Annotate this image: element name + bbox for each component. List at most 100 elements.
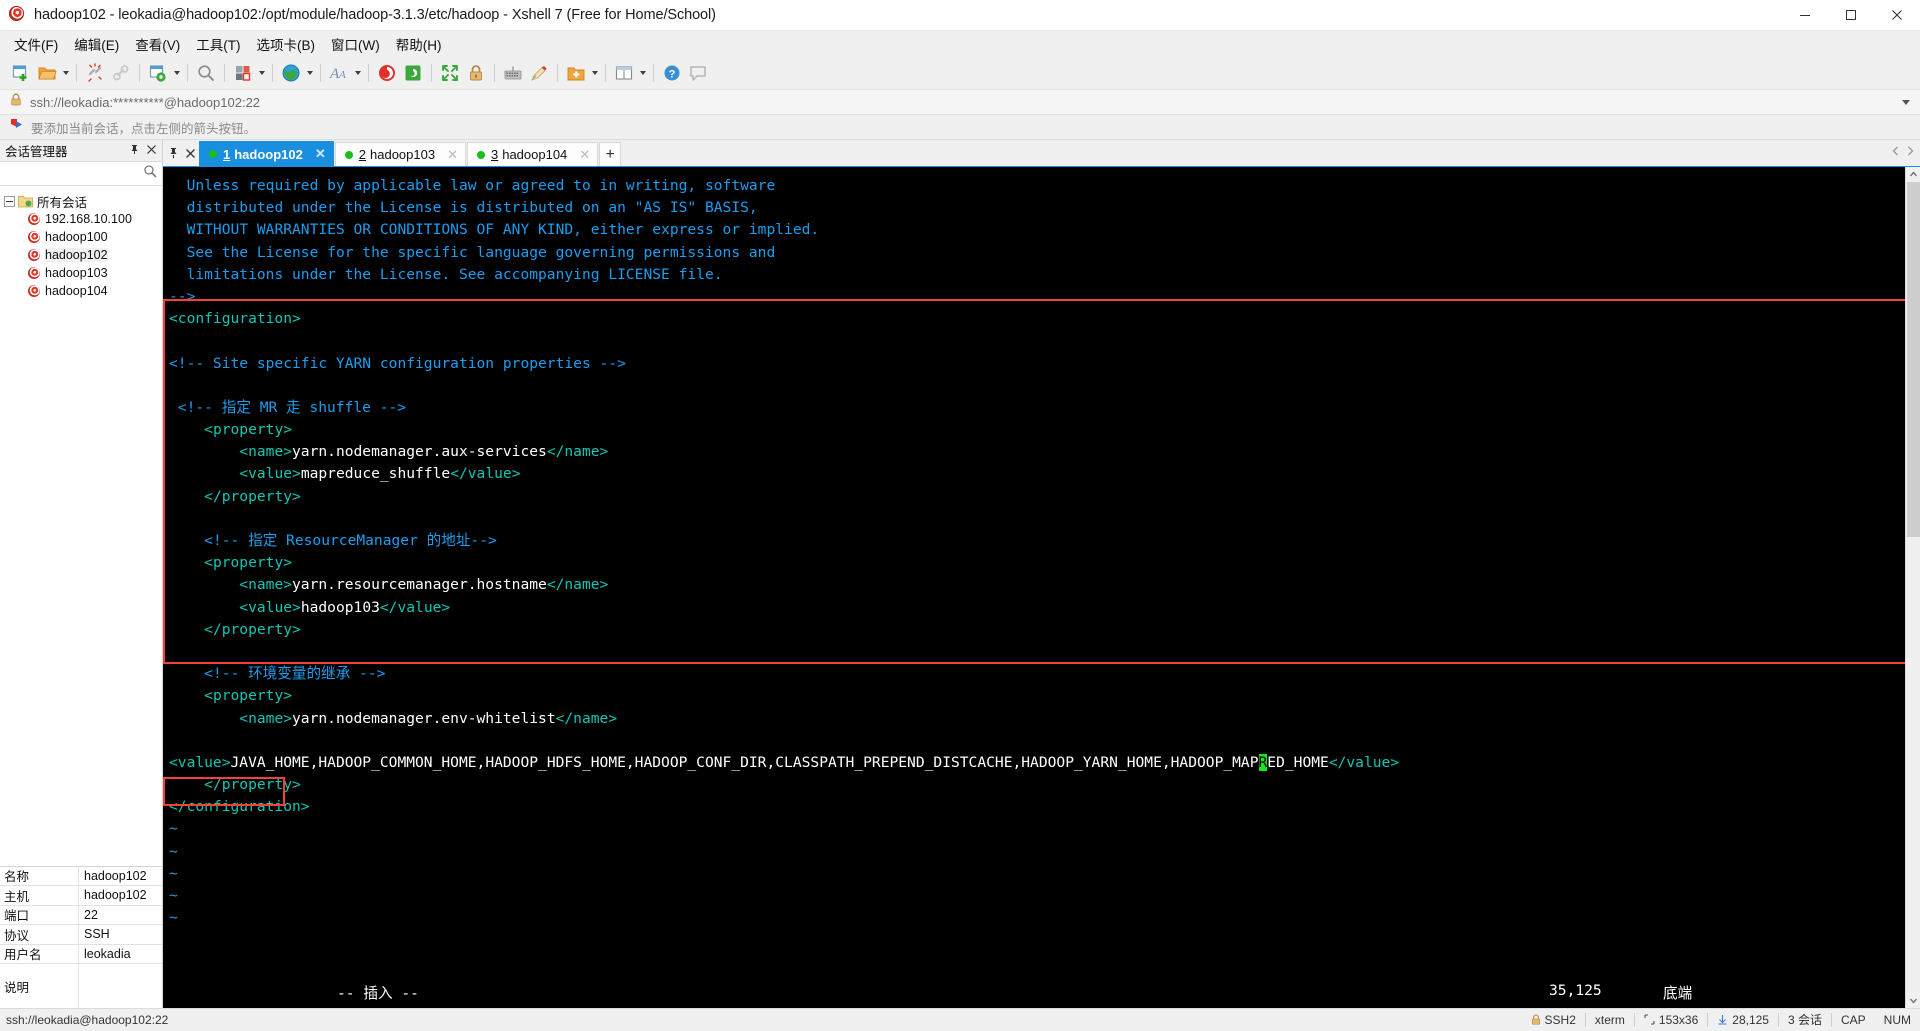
terminal-text: ~ [169, 820, 178, 838]
vim-mode-label: -- 插入 -- [337, 985, 419, 1002]
terminal-cursor: R [1258, 753, 1268, 771]
terminal-screen[interactable]: Unless required by applicable law or agr… [163, 167, 1905, 1008]
terminal-line: See the License for the specific languag… [169, 242, 1905, 264]
menu-edit[interactable]: 编辑(E) [74, 31, 128, 57]
terminal-text: </configuration> [169, 798, 310, 816]
session-icon [28, 213, 40, 225]
terminal-line: ~ [169, 885, 1905, 907]
collapse-icon[interactable] [4, 195, 15, 207]
status-right-group: SSH2 xterm 153x36 28,125 3 会话 CAP NUM [1522, 1009, 1920, 1031]
terminal-text: JAVA_HOME,HADOOP_COMMON_HOME,HADOOP_HDFS… [230, 753, 1259, 771]
status-caps-label: CAP [1840, 1012, 1866, 1027]
status-bytes: 28,125 [1708, 1009, 1778, 1031]
lock-icon[interactable] [463, 60, 489, 86]
svg-text:A: A [338, 69, 346, 81]
pin-icon[interactable] [129, 142, 140, 160]
scroll-up-icon[interactable] [1906, 167, 1920, 182]
terminal-line: --> [169, 286, 1905, 308]
terminal-text: </property> [204, 776, 301, 794]
tab-close-icon[interactable]: ✕ [315, 146, 326, 162]
font-icon[interactable]: A A [326, 60, 352, 86]
fullscreen-icon[interactable] [437, 60, 463, 86]
property-value: hadoop102 [84, 868, 147, 883]
scrollbar-thumb[interactable] [1907, 182, 1920, 537]
tab-hadoop102[interactable]: 1 hadoop102 ✕ [199, 141, 334, 166]
status-num-label: NUM [1883, 1012, 1911, 1027]
session-item-hadoop104[interactable]: hadoop104 [4, 282, 162, 300]
address-input[interactable]: ssh://leokadia:**********@hadoop102:22 [30, 95, 260, 110]
tab-hadoop104[interactable]: 3 hadoop104 ✕ [466, 142, 599, 166]
status-num: NUM [1875, 1009, 1920, 1031]
tree-root-all-sessions[interactable]: 所有会话 [4, 192, 162, 210]
property-row-port: 端口 22 [0, 905, 162, 925]
open-folder-icon[interactable] [34, 60, 60, 86]
terminal-text: <name> [239, 443, 293, 461]
font-dropdown-icon[interactable] [352, 60, 363, 86]
open-folder-dropdown-icon[interactable] [60, 60, 71, 86]
menu-file[interactable]: 文件(F) [14, 31, 67, 57]
session-search-bar[interactable] [0, 162, 162, 186]
session-item-label: hadoop102 [45, 248, 108, 262]
toolbar: A A ? [0, 56, 1920, 89]
property-value: SSH [84, 927, 110, 942]
scroll-down-icon[interactable] [1906, 993, 1920, 1008]
terminal-scrollbar[interactable] [1905, 167, 1920, 1008]
menu-window[interactable]: 窗口(W) [331, 31, 389, 57]
session-item-hadoop102[interactable]: hadoop102 [4, 246, 162, 264]
tab-hadoop103[interactable]: 2 hadoop103 ✕ [334, 142, 466, 166]
menu-tools[interactable]: 工具(T) [196, 31, 249, 57]
new-session-icon[interactable] [8, 60, 34, 86]
menu-tab[interactable]: 选项卡(B) [257, 31, 325, 57]
find-icon[interactable] [193, 60, 219, 86]
chevron-down-icon[interactable] [1902, 100, 1910, 105]
session-properties-icon[interactable] [145, 60, 171, 86]
maximize-button[interactable] [1828, 0, 1874, 31]
status-connection-label: ssh://leokadia@hadoop102:22 [6, 1012, 169, 1027]
close-button[interactable] [1874, 0, 1920, 31]
terminal-line: <name>yarn.resourcemanager.hostname</nam… [169, 574, 1905, 596]
minimize-button[interactable] [1782, 0, 1828, 31]
address-bar[interactable]: ssh://leokadia:**********@hadoop102:22 [0, 89, 1920, 115]
property-key: 说明 [0, 964, 79, 1008]
terminal-line: WITHOUT WARRANTIES OR CONDITIONS OF ANY … [169, 219, 1905, 241]
disconnect-icon[interactable] [82, 60, 108, 86]
terminal-line: <!-- 环境变量的继承 --> [169, 663, 1905, 685]
layout-icon[interactable] [611, 60, 637, 86]
new-tab-button[interactable]: + [599, 142, 622, 166]
tabbar-close-icon[interactable] [182, 140, 199, 166]
terminal-text: limitations under the License. See accom… [186, 265, 723, 283]
session-item-192-168-10-100[interactable]: 192.168.10.100 [4, 210, 162, 228]
globe-dropdown-icon[interactable] [304, 60, 315, 86]
highlight-icon[interactable] [526, 60, 552, 86]
comment-icon[interactable] [685, 60, 711, 86]
keyboard-icon[interactable] [500, 60, 526, 86]
terminal-text: hadoop103 [300, 598, 380, 616]
tab-scroll-left-icon[interactable] [1890, 144, 1902, 162]
property-row-description: 说明 [0, 964, 162, 1008]
close-icon[interactable] [146, 142, 157, 160]
layout-dropdown-icon[interactable] [637, 60, 648, 86]
transfer-dropdown-icon[interactable] [256, 60, 267, 86]
menu-help[interactable]: 帮助(H) [396, 31, 451, 57]
toolbar-separator [605, 63, 606, 82]
search-icon[interactable] [143, 164, 157, 183]
session-item-hadoop100[interactable]: hadoop100 [4, 228, 162, 246]
menu-view[interactable]: 查看(V) [135, 31, 189, 57]
session-item-hadoop103[interactable]: hadoop103 [4, 264, 162, 282]
property-key: 协议 [0, 925, 79, 944]
xftp-icon[interactable] [400, 60, 426, 86]
tabbar-pin-icon[interactable] [165, 140, 182, 166]
help-icon[interactable]: ? [659, 60, 685, 86]
transfer-icon[interactable] [230, 60, 256, 86]
xshell-icon[interactable] [374, 60, 400, 86]
session-properties-dropdown-icon[interactable] [171, 60, 182, 86]
tab-close-icon[interactable]: ✕ [447, 147, 458, 163]
tab-scroll-right-icon[interactable] [1904, 144, 1916, 162]
add-folder-dropdown-icon[interactable] [589, 60, 600, 86]
tab-status-dot [209, 150, 217, 158]
add-folder-icon[interactable] [563, 60, 589, 86]
link-icon[interactable] [108, 60, 134, 86]
tab-close-icon[interactable]: ✕ [579, 147, 590, 163]
terminal-text: yarn.resourcemanager.hostname [292, 576, 547, 594]
globe-icon[interactable] [278, 60, 304, 86]
